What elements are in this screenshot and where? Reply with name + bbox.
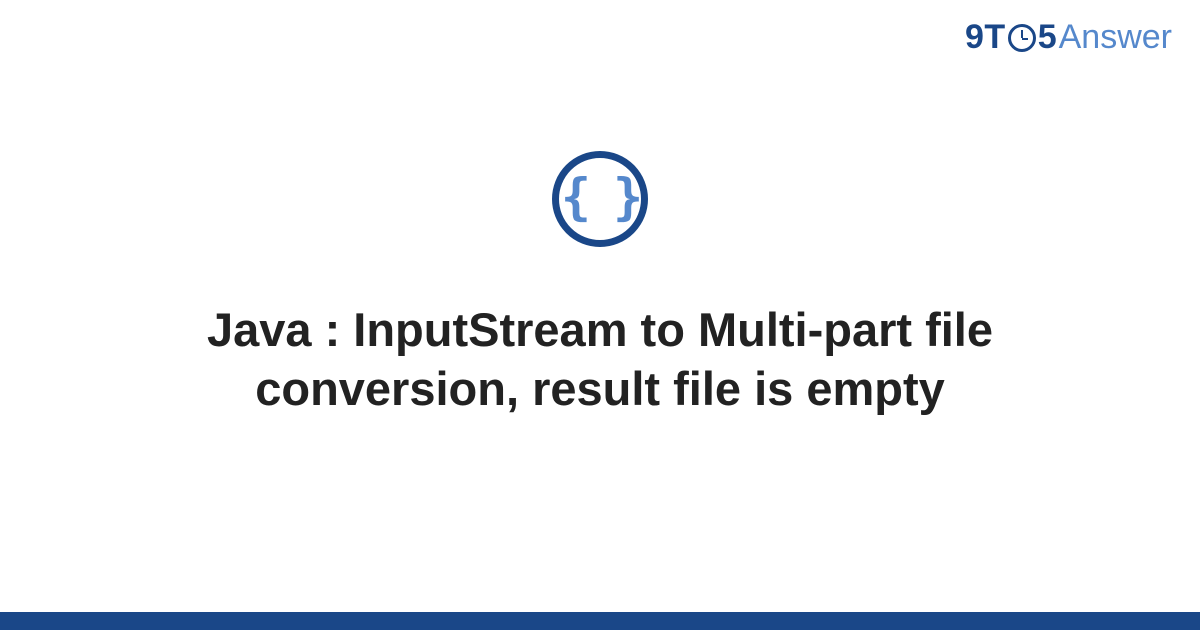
code-braces-icon: { } bbox=[561, 172, 639, 222]
main-content: { } Java : InputStream to Multi-part fil… bbox=[0, 0, 1200, 630]
question-title: Java : InputStream to Multi-part file co… bbox=[100, 301, 1100, 419]
footer-bar bbox=[0, 612, 1200, 630]
category-icon-circle: { } bbox=[552, 151, 648, 247]
